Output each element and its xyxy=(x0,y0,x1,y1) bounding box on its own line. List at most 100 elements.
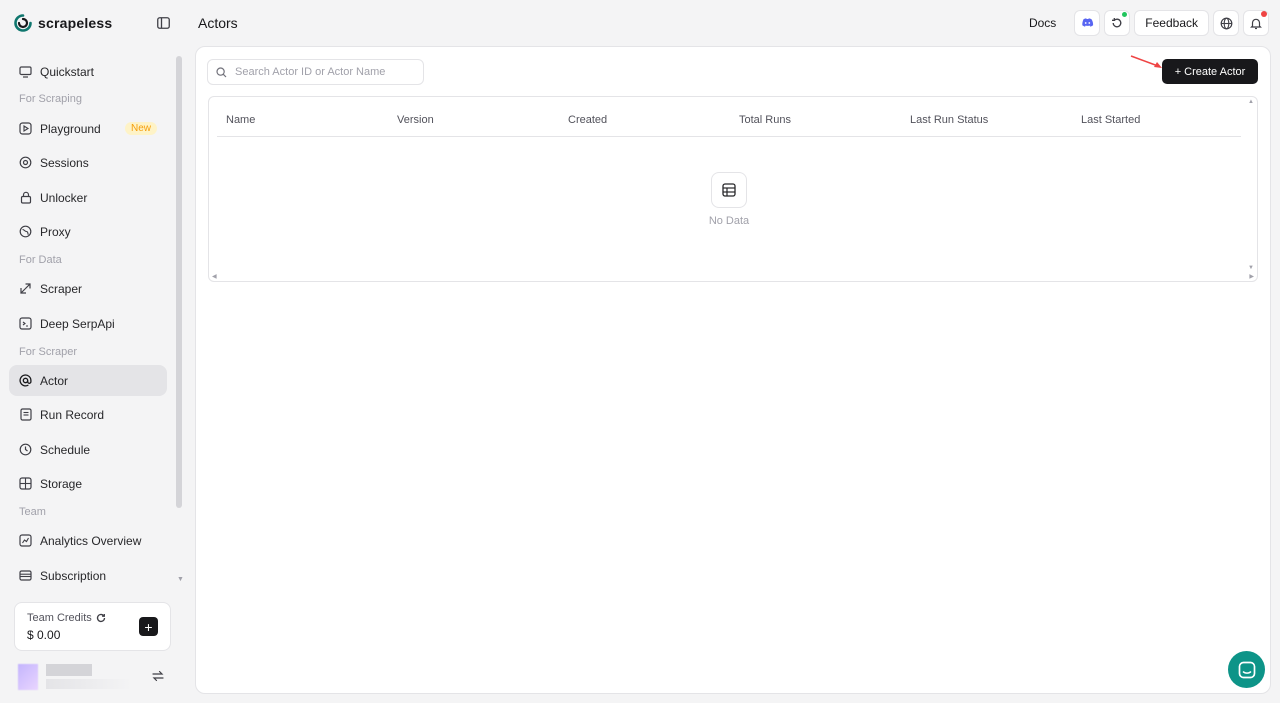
add-credits-button[interactable]: + xyxy=(139,617,158,636)
sidebar-item-playground[interactable]: Playground New xyxy=(9,113,167,144)
changelog-button[interactable] xyxy=(1104,10,1131,36)
sidebar-item-label: Unlocker xyxy=(40,190,88,205)
online-status-dot xyxy=(1122,12,1128,17)
scroll-up-indicator: ▲ xyxy=(1248,99,1254,105)
at-icon xyxy=(19,374,32,387)
brand-name: scrapeless xyxy=(38,15,113,31)
credits-label: Team Credits xyxy=(27,612,92,624)
sidebar-scrollbar[interactable] xyxy=(176,56,182,508)
sidebar-toggle-icon xyxy=(156,17,170,29)
team-credits-card: Team Credits $ 0.00 + xyxy=(14,602,171,651)
sessions-icon xyxy=(19,156,32,169)
scroll-down-arrow-icon[interactable]: ▼ xyxy=(177,576,184,583)
page-title: Actors xyxy=(198,15,238,31)
search-box[interactable] xyxy=(207,59,424,85)
plus-icon: + xyxy=(144,618,153,635)
sidebar-item-label: Sessions xyxy=(40,155,89,170)
globe-icon xyxy=(1220,17,1232,29)
table-header: Name Version Created Total Runs Last Run… xyxy=(217,97,1241,137)
avatar xyxy=(18,664,38,690)
sidebar-item-label: Quickstart xyxy=(40,64,95,79)
sidebar-item-label: Run Record xyxy=(40,407,105,422)
scraper-icon xyxy=(19,282,32,295)
sidebar-item-quickstart[interactable]: Quickstart xyxy=(9,56,167,87)
user-account[interactable] xyxy=(10,662,170,692)
create-actor-button[interactable]: + Create Actor xyxy=(1162,59,1258,84)
column-header-created[interactable]: Created xyxy=(568,114,607,126)
discord-button[interactable] xyxy=(1074,10,1101,36)
storage-icon xyxy=(19,477,32,490)
search-icon xyxy=(216,66,227,77)
notification-dot xyxy=(1261,11,1267,17)
sidebar-item-run-record[interactable]: Run Record xyxy=(9,399,167,430)
scrapeless-logo-icon xyxy=(14,14,32,32)
plus-icon: + xyxy=(1174,65,1182,78)
header-actions: Docs Feedback xyxy=(1029,10,1269,36)
scroll-right-indicator: ▶ xyxy=(1249,274,1254,280)
chart-icon xyxy=(19,534,32,547)
sidebar-item-scraper[interactable]: Scraper xyxy=(9,273,167,304)
play-icon xyxy=(19,122,32,135)
sidebar-item-unlocker[interactable]: Unlocker xyxy=(9,182,167,213)
sidebar-item-label: Actor xyxy=(40,373,69,388)
terminal-icon xyxy=(19,317,32,330)
sidebar-toggle-button[interactable] xyxy=(155,15,171,31)
empty-state-text: No Data xyxy=(708,215,750,227)
monitor-icon xyxy=(19,65,32,78)
sidebar-item-sessions[interactable]: Sessions xyxy=(9,147,167,178)
scroll-down-indicator: ▼ xyxy=(1248,265,1254,271)
sidebar-item-schedule[interactable]: Schedule xyxy=(9,434,167,465)
sidebar-item-label: Analytics Overview xyxy=(40,533,142,548)
refresh-icon[interactable] xyxy=(96,613,106,623)
globe-icon xyxy=(19,225,32,238)
sidebar-item-actor[interactable]: Actor xyxy=(9,365,167,396)
sidebar-item-label: Schedule xyxy=(40,442,91,457)
sidebar-section-for-scraper: For Scraper xyxy=(19,346,78,358)
sidebar-item-storage[interactable]: Storage xyxy=(9,468,167,499)
red-arrow-annotation xyxy=(1130,55,1162,68)
column-header-total-runs[interactable]: Total Runs xyxy=(739,114,791,126)
sidebar-item-proxy[interactable]: Proxy xyxy=(9,216,167,247)
bell-icon xyxy=(1250,18,1262,29)
sidebar-item-label: Scraper xyxy=(40,281,83,296)
column-header-last-started[interactable]: Last Started xyxy=(1081,114,1140,126)
column-header-name[interactable]: Name xyxy=(226,114,255,126)
sidebar-item-label: Storage xyxy=(40,476,83,491)
switch-account-icon[interactable] xyxy=(151,669,165,683)
create-actor-label: Create Actor xyxy=(1184,65,1246,78)
search-input[interactable] xyxy=(235,66,415,78)
language-button[interactable] xyxy=(1213,10,1239,36)
sidebar-item-label: Subscription xyxy=(40,568,107,583)
sidebar-section-team: Team xyxy=(19,506,46,518)
actors-table: ▲ Name Version Created Total Runs Last R… xyxy=(208,96,1258,282)
sidebar-item-label: Deep SerpApi xyxy=(40,316,115,331)
new-badge: New xyxy=(124,122,157,135)
credits-value: $ 0.00 xyxy=(27,628,61,642)
column-header-last-run-status[interactable]: Last Run Status xyxy=(910,114,988,126)
brand-logo[interactable]: scrapeless xyxy=(14,12,112,34)
notifications-button[interactable] xyxy=(1243,10,1269,36)
user-email-redacted xyxy=(46,679,132,689)
sidebar-item-label: Playground xyxy=(40,121,101,136)
sidebar-item-subscription[interactable]: Subscription xyxy=(9,560,167,591)
column-header-version[interactable]: Version xyxy=(397,114,434,126)
discord-icon xyxy=(1082,18,1093,27)
chat-icon xyxy=(1238,661,1255,678)
support-chat-button[interactable] xyxy=(1228,651,1265,688)
sidebar-section-for-data: For Data xyxy=(19,254,62,266)
sidebar-section-for-scraping: For Scraping xyxy=(19,93,82,105)
empty-table-icon xyxy=(711,172,747,208)
actors-panel: + Create Actor ▲ Name Version Created To… xyxy=(195,46,1271,694)
user-name-redacted xyxy=(46,664,92,676)
docs-link[interactable]: Docs xyxy=(1029,16,1056,30)
sidebar-item-analytics-overview[interactable]: Analytics Overview xyxy=(9,525,167,556)
sidebar-item-deep-serpapi[interactable]: Deep SerpApi xyxy=(9,308,167,339)
scroll-left-indicator: ◀ xyxy=(212,274,217,280)
feedback-button[interactable]: Feedback xyxy=(1134,10,1209,36)
record-icon xyxy=(19,408,32,421)
history-icon xyxy=(1112,18,1122,28)
credits-label-row: Team Credits xyxy=(27,612,106,624)
lock-icon xyxy=(19,191,32,204)
sidebar-item-label: Proxy xyxy=(40,224,71,239)
sidebar: scrapeless Quickstart For Scraping Playg… xyxy=(0,0,185,703)
